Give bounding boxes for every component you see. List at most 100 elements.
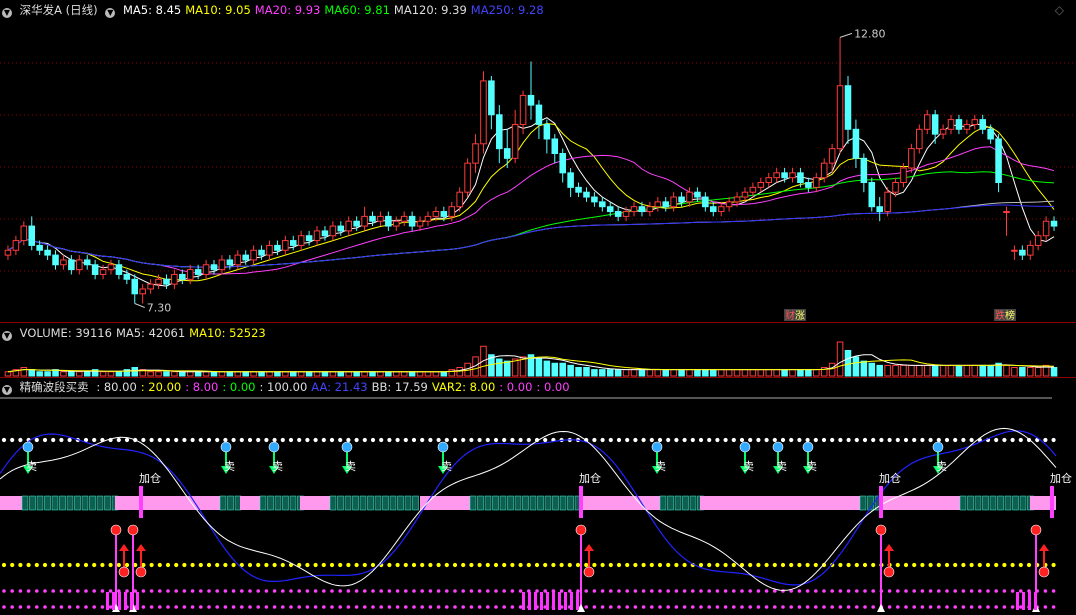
level-8-dot	[814, 589, 818, 593]
candle-body	[305, 235, 313, 242]
band-segment-sell	[44, 495, 51, 511]
level-8-dot	[633, 589, 638, 593]
level-80-dot	[1, 437, 7, 443]
level-0-dot	[43, 605, 47, 609]
level-0-dot	[264, 605, 269, 609]
volume-bar	[963, 364, 971, 377]
volume-bar	[179, 371, 186, 377]
level-80-dot	[354, 437, 359, 443]
level-20-dot	[10, 562, 15, 568]
level-8-dot	[1051, 589, 1056, 593]
candle-body	[250, 249, 257, 261]
candle-body	[289, 240, 297, 246]
level-80-dot	[830, 437, 835, 443]
level-0-dot	[207, 605, 211, 609]
band-segment-buy	[150, 496, 220, 510]
level-80-dot	[485, 437, 490, 443]
candle-body	[202, 264, 210, 275]
level-8-dot	[994, 589, 998, 593]
volume-bar	[979, 364, 986, 377]
level-80-dot	[182, 437, 187, 443]
candle-body	[646, 206, 654, 213]
candle-body	[717, 206, 725, 213]
candle-body	[844, 85, 852, 130]
bottom-signal-bar	[564, 592, 567, 610]
volume-bar	[218, 371, 226, 377]
candle-body	[1011, 249, 1018, 252]
level-8-dot	[707, 589, 711, 593]
level-8-dot	[830, 589, 834, 593]
level-0-dot	[846, 605, 851, 609]
level-20-dot	[206, 562, 212, 568]
level-8-dot	[986, 589, 990, 593]
level-0-dot	[404, 605, 408, 609]
band-segment-sell	[552, 495, 559, 511]
level-0-dot	[412, 605, 416, 609]
level-0-dot	[937, 605, 941, 609]
add-position-label: 加仓	[139, 471, 161, 485]
level-20-dot	[871, 562, 876, 568]
level-80-dot	[321, 437, 326, 443]
volume-bar	[361, 371, 368, 377]
level-80-dot	[92, 437, 97, 443]
volume-bar	[424, 371, 432, 377]
volume-bar	[852, 356, 860, 377]
level-8-dot	[272, 589, 277, 593]
sell-label: 卖	[776, 460, 787, 473]
candle-body	[28, 225, 36, 246]
level-8-dot	[625, 589, 629, 593]
level-8-dot	[223, 589, 228, 593]
level-8-dot	[822, 589, 826, 593]
candle-body	[884, 191, 891, 213]
level-20-dot	[42, 562, 48, 568]
level-8-dot	[215, 589, 219, 593]
level-80-dot	[444, 437, 449, 443]
level-8-dot	[797, 589, 802, 593]
buy-arrow-icon	[1039, 544, 1049, 551]
level-20-dot	[715, 562, 720, 568]
bottom-signal-bar	[124, 592, 127, 610]
level-80-dot	[370, 437, 376, 443]
level-0-dot	[453, 605, 457, 609]
candle-body	[456, 191, 463, 208]
level-0-dot	[896, 605, 900, 609]
level-8-dot	[764, 589, 769, 593]
bottom-signal-bar	[106, 592, 109, 610]
level-8-dot	[477, 589, 482, 593]
level-20-dot	[625, 562, 630, 568]
buy-arrow-icon	[584, 544, 594, 551]
ma120-line	[7, 200, 1055, 268]
volume-bar	[638, 369, 646, 377]
level-0-dot	[887, 605, 892, 609]
level-0-dot	[797, 605, 802, 609]
candle-body	[813, 177, 820, 188]
band-segment-sell	[507, 495, 514, 511]
candle-body	[329, 225, 337, 237]
volume-bar	[789, 369, 796, 377]
volume-bar	[456, 367, 463, 377]
level-80-dot	[1043, 437, 1048, 443]
level-20-dot	[264, 562, 269, 568]
add-position-label: 加仓	[579, 471, 601, 485]
level-8-dot	[887, 589, 892, 593]
bottom-signal-bar	[522, 592, 525, 610]
bottom-signal-bar	[546, 592, 549, 610]
volume-bar	[297, 371, 305, 377]
volume-bar	[828, 362, 836, 377]
level-0-dot	[584, 605, 588, 609]
candle-body	[496, 114, 503, 150]
candle-body	[527, 94, 535, 106]
level-80-dot	[862, 437, 868, 443]
level-0-dot	[723, 605, 728, 609]
volume-bar	[226, 371, 234, 377]
level-80-dot	[912, 437, 917, 443]
level-0-dot	[215, 605, 219, 609]
level-8-dot	[1010, 589, 1015, 593]
band-segment-sell	[469, 495, 477, 511]
candle-body	[725, 201, 733, 208]
stock-chart[interactable]: 12.80 7.30 财涨 跌榜卖 卖 卖 卖 卖 卖 卖 卖 卖 卖加仓 加仓 加仓 加仓	[0, 0, 1076, 615]
level-0-dot	[51, 605, 55, 609]
candle-body	[488, 80, 495, 116]
level-80-dot	[116, 437, 121, 443]
candle-body	[83, 259, 91, 266]
